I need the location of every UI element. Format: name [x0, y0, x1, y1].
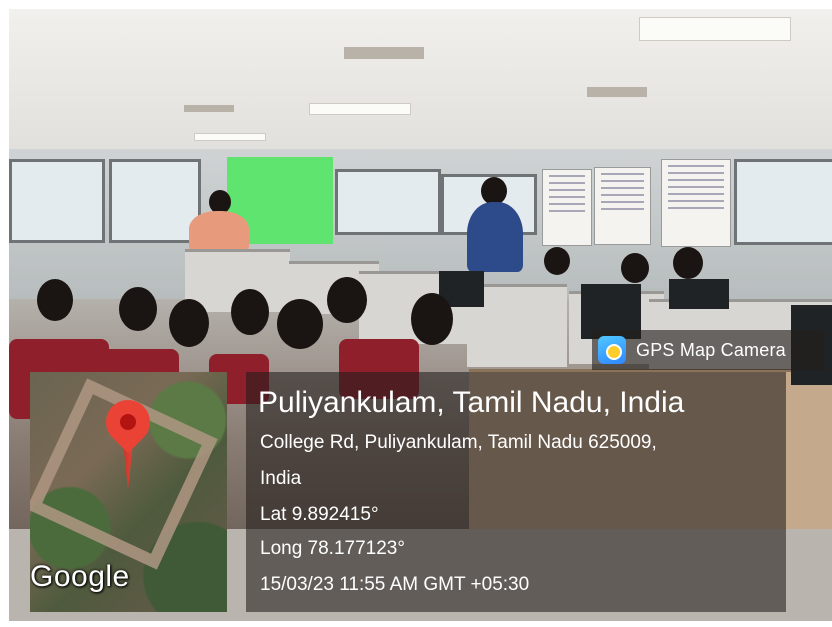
latitude-text: Lat 9.892415° — [260, 504, 379, 525]
gps-map-camera-logo-icon — [598, 336, 626, 364]
ceiling-vent — [587, 87, 647, 97]
location-pin-dot — [120, 414, 136, 430]
instructor — [467, 202, 523, 272]
app-name: GPS Map Camera — [636, 340, 786, 360]
address-line-1: College Rd, Puliyankulam, Tamil Nadu 625… — [260, 432, 657, 453]
wall-window — [109, 159, 201, 243]
ceiling-vent — [344, 47, 424, 59]
student-head — [37, 279, 73, 321]
ceiling-vent — [184, 105, 234, 112]
google-attribution: Google — [30, 560, 130, 593]
instructor — [189, 211, 249, 251]
student-head — [673, 247, 703, 279]
wall-poster — [661, 159, 731, 247]
ceiling-light — [639, 17, 791, 41]
address-line-2: India — [260, 468, 302, 489]
wall-window — [9, 159, 105, 243]
student-head — [119, 287, 157, 331]
student-head — [169, 299, 209, 347]
timestamp-text: 15/03/23 11:55 AM GMT +05:30 — [260, 574, 530, 595]
student-head — [411, 293, 453, 345]
longitude-text: Long 78.177123° — [260, 538, 405, 559]
map-thumbnail: Google — [30, 372, 227, 612]
ceiling-light — [194, 133, 266, 141]
monitor — [669, 279, 729, 309]
wall-poster — [594, 167, 651, 245]
wall-window — [734, 159, 832, 245]
wall-poster — [542, 169, 592, 246]
gps-camera-tag: GPS Map Camera — [592, 330, 824, 370]
location-title: Puliyankulam, Tamil Nadu, India — [258, 386, 685, 419]
student-head — [544, 247, 570, 275]
ceiling-light — [309, 103, 411, 115]
instructor-head — [481, 177, 507, 205]
student-head — [231, 289, 269, 335]
wall-window — [335, 169, 441, 235]
student-head — [327, 277, 367, 323]
student-head — [621, 253, 649, 283]
student-head — [277, 299, 323, 349]
